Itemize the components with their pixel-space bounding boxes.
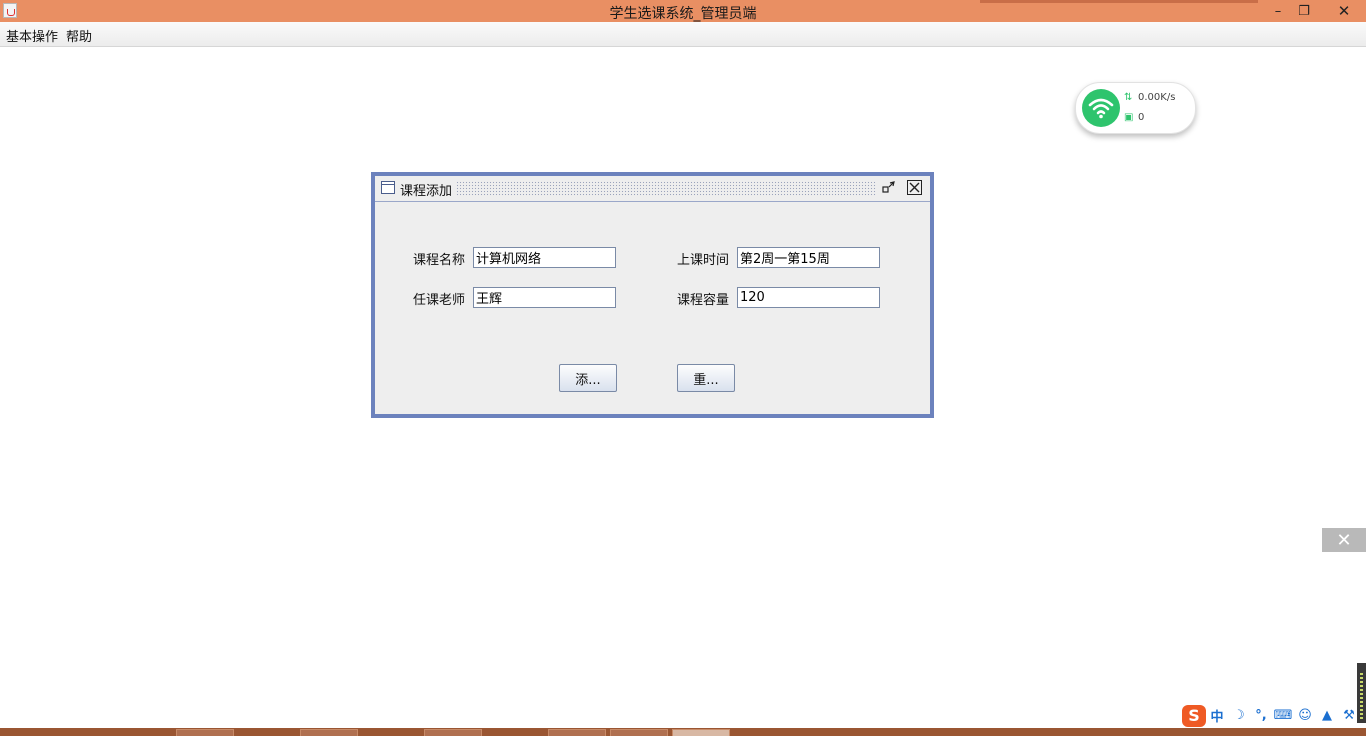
ime-chinese-mode[interactable]: 中	[1206, 706, 1228, 725]
close-button[interactable]: ✕	[1322, 0, 1366, 22]
minimize-button[interactable]: –	[1265, 0, 1291, 22]
taskbar-app-2[interactable]	[300, 729, 358, 736]
tools-icon[interactable]: ⚒	[1338, 708, 1360, 723]
user-icon[interactable]: ☺	[1294, 708, 1316, 723]
course-add-dialog: 课程添加 课程名称 上课时间 任课老师 课程容量 添... 重...	[371, 172, 934, 418]
taskbar-app-4[interactable]	[548, 729, 606, 736]
capacity-input[interactable]	[737, 287, 880, 308]
class-time-input[interactable]	[737, 247, 880, 268]
window-frame-icon	[381, 181, 395, 194]
notification-close-button[interactable]: ✕	[1322, 528, 1366, 552]
taskbar-app-3[interactable]	[424, 729, 482, 736]
course-name-input[interactable]	[473, 247, 616, 268]
titlebar-grip	[456, 181, 876, 196]
up-down-arrows-icon: ⇅	[1124, 92, 1133, 103]
network-count-row: ▣ 0	[1124, 112, 1144, 123]
dialog-titlebar[interactable]: 课程添加	[375, 176, 930, 202]
taskbar-app-5[interactable]	[610, 729, 668, 736]
dialog-title: 课程添加	[400, 184, 453, 199]
dialog-body: 课程名称 上课时间 任课老师 课程容量 添... 重...	[375, 202, 930, 414]
network-count-value: 0	[1138, 112, 1145, 123]
add-button[interactable]: 添...	[559, 364, 617, 392]
iconify-icon	[882, 181, 895, 193]
teacher-input[interactable]	[473, 287, 616, 308]
taskbar	[0, 728, 1366, 736]
menu-basic-operations[interactable]: 基本操作	[6, 26, 58, 45]
lock-icon: ▣	[1124, 112, 1134, 123]
ime-toolbar: S 中 ☽ °, ⌨ ☺ ▲ ⚒	[1180, 703, 1366, 728]
capacity-label: 课程容量	[677, 293, 730, 308]
shirt-icon[interactable]: ▲	[1316, 708, 1338, 723]
sogou-logo-icon[interactable]: S	[1182, 704, 1206, 727]
dialog-iconify-button[interactable]	[881, 180, 896, 195]
menu-bar: 基本操作 帮助	[0, 22, 1366, 47]
close-icon	[909, 182, 920, 193]
teacher-label: 任课老师	[413, 293, 466, 308]
network-speed-row: ⇅ 0.00K/s	[1124, 92, 1175, 103]
reset-button[interactable]: 重...	[677, 364, 735, 392]
punctuation-icon[interactable]: °,	[1250, 708, 1272, 723]
window-title: 学生选课系统_管理员端	[609, 6, 757, 22]
keyboard-icon[interactable]: ⌨	[1272, 708, 1294, 723]
taskbar-app-active[interactable]	[672, 729, 730, 736]
class-time-label: 上课时间	[677, 253, 730, 268]
menu-help[interactable]: 帮助	[66, 26, 92, 45]
window-titlebar[interactable]: 学生选课系统_管理员端 – ❐ ✕	[0, 0, 1366, 22]
taskbar-app-1[interactable]	[176, 729, 234, 736]
network-speed-value: 0.00K/s	[1138, 92, 1176, 103]
moon-icon[interactable]: ☽	[1228, 708, 1250, 723]
wifi-icon	[1082, 89, 1120, 127]
network-speed-widget[interactable]: ⇅ 0.00K/s ▣ 0	[1075, 82, 1196, 134]
course-name-label: 课程名称	[413, 253, 466, 268]
restore-button[interactable]: ❐	[1291, 0, 1317, 22]
dialog-close-button[interactable]	[907, 180, 922, 195]
